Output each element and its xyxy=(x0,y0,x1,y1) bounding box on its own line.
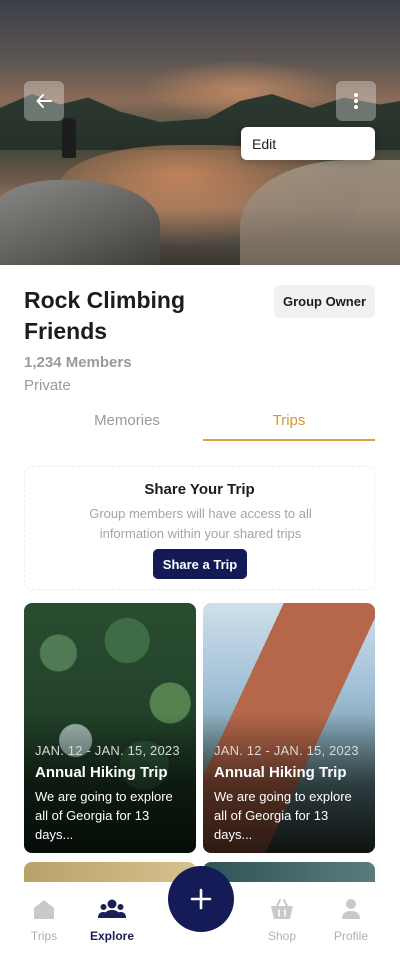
nav-item-trips[interactable]: Trips xyxy=(14,898,74,943)
trip-card[interactable]: JAN. 12 - JAN. 15, 2023 Annual Hiking Tr… xyxy=(203,603,375,853)
edit-menu-label: Edit xyxy=(252,135,277,152)
cover-person xyxy=(62,118,76,158)
share-card-description: Group members will have access to all in… xyxy=(89,506,312,541)
share-card-title: Share Your Trip xyxy=(144,481,255,498)
people-icon xyxy=(98,899,126,918)
cover-rock xyxy=(0,180,160,265)
share-trip-button[interactable]: Share a Trip xyxy=(153,549,247,579)
share-trip-card: Share Your Trip Group members will have … xyxy=(24,466,375,590)
arrow-left-icon xyxy=(36,94,52,108)
tab-memories[interactable]: Memories xyxy=(41,412,213,442)
more-options-button[interactable] xyxy=(336,81,376,121)
back-button[interactable] xyxy=(24,81,64,121)
group-owner-badge: Group Owner xyxy=(274,285,375,318)
nav-label: Trips xyxy=(30,929,58,943)
nav-item-profile[interactable]: Profile xyxy=(321,898,381,943)
trip-dates: JAN. 12 - JAN. 15, 2023 xyxy=(35,743,180,758)
nav-label: Shop xyxy=(267,929,297,943)
nav-item-explore[interactable]: Explore xyxy=(82,898,142,943)
plus-icon xyxy=(190,888,212,910)
trip-description: We are going to explore all of Georgia f… xyxy=(35,789,173,842)
nav-item-shop[interactable]: Shop xyxy=(252,898,312,943)
trip-card[interactable]: JAN. 12 - JAN. 15, 2023 Annual Hiking Tr… xyxy=(24,603,196,853)
active-tab-indicator xyxy=(203,439,375,441)
nav-label: Explore xyxy=(89,929,134,943)
add-button[interactable] xyxy=(168,866,234,932)
trip-description: We are going to explore all of Georgia f… xyxy=(214,789,352,842)
privacy-status: Private xyxy=(24,377,71,394)
basket-icon xyxy=(271,899,293,919)
trip-title: Annual Hiking Trip xyxy=(35,764,168,781)
vertical-dots-icon xyxy=(354,93,358,109)
tab-trips[interactable]: Trips xyxy=(203,412,375,442)
group-title: Rock Climbing Friends xyxy=(24,287,186,344)
person-icon xyxy=(342,899,360,919)
nav-label: Profile xyxy=(333,929,368,943)
edit-menu-item[interactable]: Edit xyxy=(241,127,375,160)
home-icon xyxy=(34,900,54,919)
trip-dates: JAN. 12 - JAN. 15, 2023 xyxy=(214,743,359,758)
member-count: 1,234 Members xyxy=(24,354,132,371)
trip-title: Annual Hiking Trip xyxy=(214,764,347,781)
